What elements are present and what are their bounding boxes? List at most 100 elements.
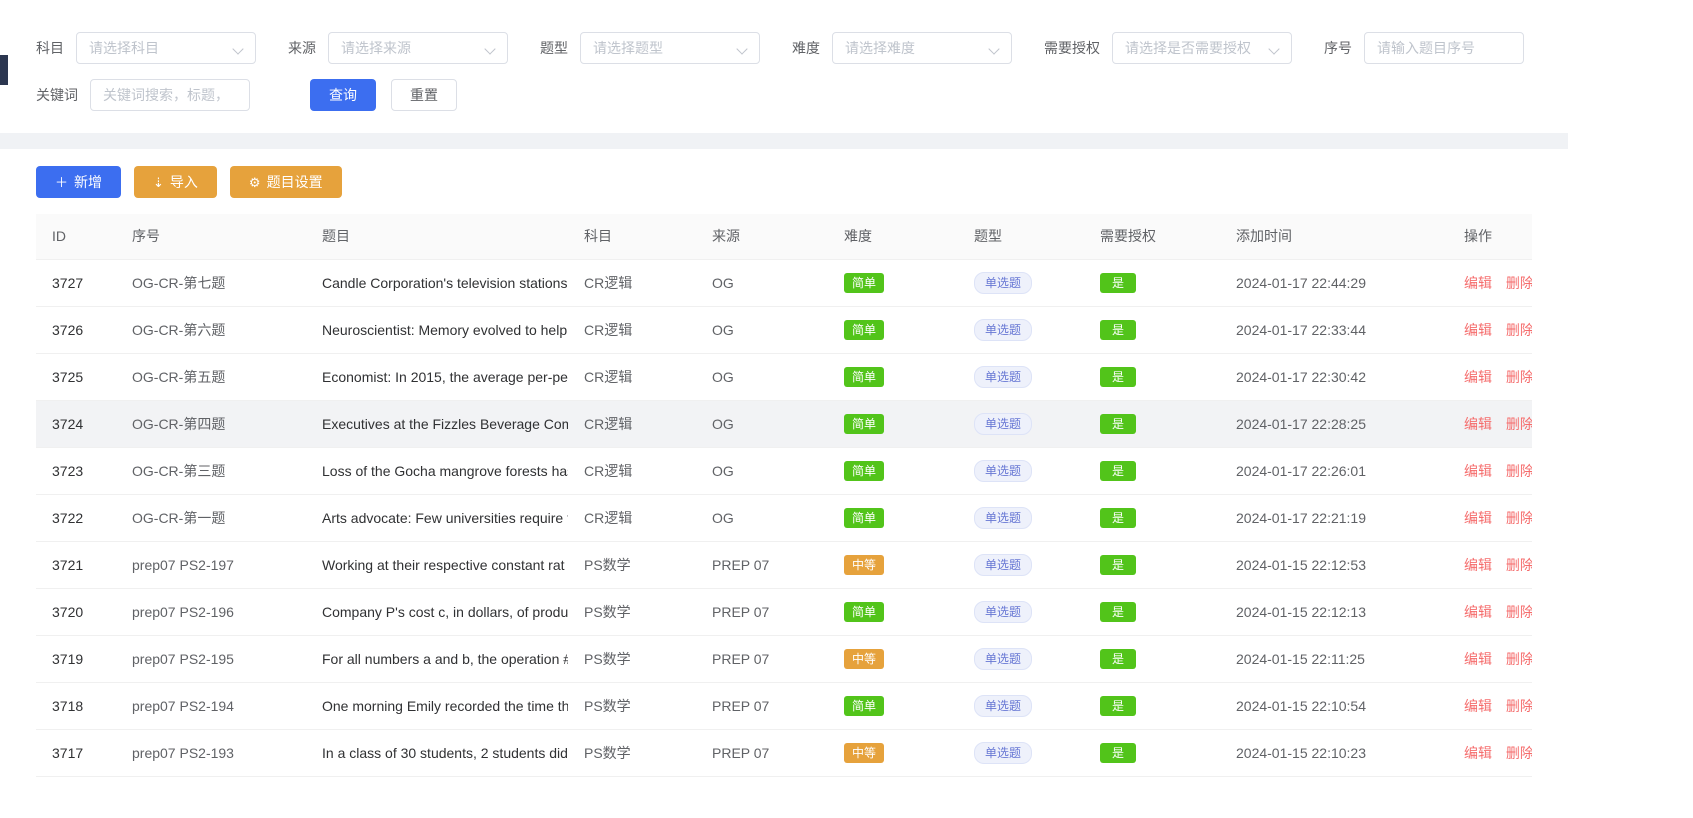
edit-link[interactable]: 编辑 [1464, 322, 1492, 338]
column-header: 题目 [306, 214, 568, 259]
cell-auth: 是 [1084, 682, 1220, 729]
cell-subject: CR逻辑 [568, 494, 696, 541]
cell-auth: 是 [1084, 353, 1220, 400]
qtype-badge: 单选题 [974, 742, 1032, 764]
delete-link[interactable]: 删除 [1506, 557, 1532, 573]
edit-link[interactable]: 编辑 [1464, 745, 1492, 761]
cell-auth: 是 [1084, 635, 1220, 682]
delete-link[interactable]: 删除 [1506, 604, 1532, 620]
auth-badge: 是 [1100, 555, 1136, 575]
edit-link[interactable]: 编辑 [1464, 463, 1492, 479]
filter-select[interactable] [76, 32, 256, 64]
filter-select[interactable] [580, 32, 760, 64]
edit-link[interactable]: 编辑 [1464, 557, 1492, 573]
filter-select[interactable] [328, 32, 508, 64]
filter-select-input[interactable] [1113, 33, 1291, 63]
auth-badge: 是 [1100, 414, 1136, 434]
filter-item: 需要授权 [1044, 32, 1292, 64]
column-header: 题型 [958, 214, 1084, 259]
cell-id: 3726 [36, 306, 116, 353]
edit-link[interactable]: 编辑 [1464, 275, 1492, 291]
column-header: 添加时间 [1220, 214, 1448, 259]
keyword-input[interactable] [91, 80, 249, 110]
cell-title: Loss of the Gocha mangrove forests has [306, 447, 568, 494]
search-button[interactable]: 查询 [310, 79, 376, 111]
cell-id: 3721 [36, 541, 116, 588]
cell-actions: 编辑 删除 [1448, 588, 1532, 635]
cell-qtype: 单选题 [958, 494, 1084, 541]
column-header: 需要授权 [1084, 214, 1220, 259]
sidebar-collapsed-strip[interactable] [0, 55, 8, 85]
qtype-badge: 单选题 [974, 648, 1032, 670]
cell-qtype: 单选题 [958, 259, 1084, 306]
filter-select[interactable] [1364, 32, 1524, 64]
cell-serial: OG-CR-第七题 [116, 259, 306, 306]
cell-difficulty: 简单 [828, 447, 958, 494]
cell-auth: 是 [1084, 729, 1220, 776]
edit-link[interactable]: 编辑 [1464, 369, 1492, 385]
difficulty-badge: 简单 [844, 696, 884, 716]
delete-link[interactable]: 删除 [1506, 745, 1532, 761]
delete-link[interactable]: 删除 [1506, 416, 1532, 432]
cell-qtype: 单选题 [958, 353, 1084, 400]
cell-subject: PS数学 [568, 541, 696, 588]
table-row: 3717 prep07 PS2-193 In a class of 30 stu… [36, 729, 1532, 776]
cell-source: PREP 07 [696, 729, 828, 776]
auth-badge: 是 [1100, 602, 1136, 622]
filter-select-input[interactable] [77, 33, 255, 63]
cell-title: Neuroscientist: Memory evolved to help [306, 306, 568, 353]
delete-link[interactable]: 删除 [1506, 275, 1532, 291]
cell-time: 2024-01-17 22:26:01 [1220, 447, 1448, 494]
cell-difficulty: 简单 [828, 306, 958, 353]
delete-link[interactable]: 删除 [1506, 698, 1532, 714]
cell-id: 3722 [36, 494, 116, 541]
add-button[interactable]: ＋ 新增 [36, 166, 121, 198]
qtype-badge: 单选题 [974, 554, 1032, 576]
delete-link[interactable]: 删除 [1506, 369, 1532, 385]
cell-auth: 是 [1084, 400, 1220, 447]
cell-difficulty: 中等 [828, 541, 958, 588]
edit-link[interactable]: 编辑 [1464, 651, 1492, 667]
delete-link[interactable]: 删除 [1506, 463, 1532, 479]
cell-actions: 编辑 删除 [1448, 259, 1532, 306]
cell-time: 2024-01-15 22:12:13 [1220, 588, 1448, 635]
cell-time: 2024-01-15 22:10:54 [1220, 682, 1448, 729]
filter-select[interactable] [1112, 32, 1292, 64]
delete-link[interactable]: 删除 [1506, 322, 1532, 338]
filter-select-input[interactable] [581, 33, 759, 63]
cell-difficulty: 中等 [828, 635, 958, 682]
cell-title: For all numbers a and b, the operation # [306, 635, 568, 682]
delete-link[interactable]: 删除 [1506, 510, 1532, 526]
cell-qtype: 单选题 [958, 682, 1084, 729]
import-button[interactable]: ⇣ 导入 [134, 166, 217, 198]
difficulty-badge: 简单 [844, 461, 884, 481]
cell-auth: 是 [1084, 259, 1220, 306]
auth-badge: 是 [1100, 461, 1136, 481]
cell-difficulty: 简单 [828, 400, 958, 447]
filter-text-input[interactable] [1365, 33, 1523, 63]
difficulty-badge: 简单 [844, 602, 884, 622]
reset-button[interactable]: 重置 [391, 79, 457, 111]
cell-id: 3718 [36, 682, 116, 729]
table-row: 3721 prep07 PS2-197 Working at their res… [36, 541, 1532, 588]
filter-select[interactable] [832, 32, 1012, 64]
filter-select-input[interactable] [833, 33, 1011, 63]
difficulty-badge: 简单 [844, 273, 884, 293]
edit-link[interactable]: 编辑 [1464, 510, 1492, 526]
edit-link[interactable]: 编辑 [1464, 416, 1492, 432]
table-body: 3727 OG-CR-第七题 Candle Corporation's tele… [36, 259, 1532, 776]
edit-link[interactable]: 编辑 [1464, 604, 1492, 620]
filter-item: 序号 [1324, 32, 1524, 64]
table-row: 3722 OG-CR-第一题 Arts advocate: Few univer… [36, 494, 1532, 541]
filter-label: 需要授权 [1044, 38, 1100, 58]
cell-id: 3719 [36, 635, 116, 682]
table-row: 3718 prep07 PS2-194 One morning Emily re… [36, 682, 1532, 729]
cell-serial: OG-CR-第三题 [116, 447, 306, 494]
filter-select-input[interactable] [329, 33, 507, 63]
table-row: 3724 OG-CR-第四题 Executives at the Fizzles… [36, 400, 1532, 447]
filter-item: 难度 [792, 32, 1012, 64]
delete-link[interactable]: 删除 [1506, 651, 1532, 667]
edit-link[interactable]: 编辑 [1464, 698, 1492, 714]
qtype-badge: 单选题 [974, 413, 1032, 435]
question-settings-button[interactable]: ⚙ 题目设置 [230, 166, 342, 198]
